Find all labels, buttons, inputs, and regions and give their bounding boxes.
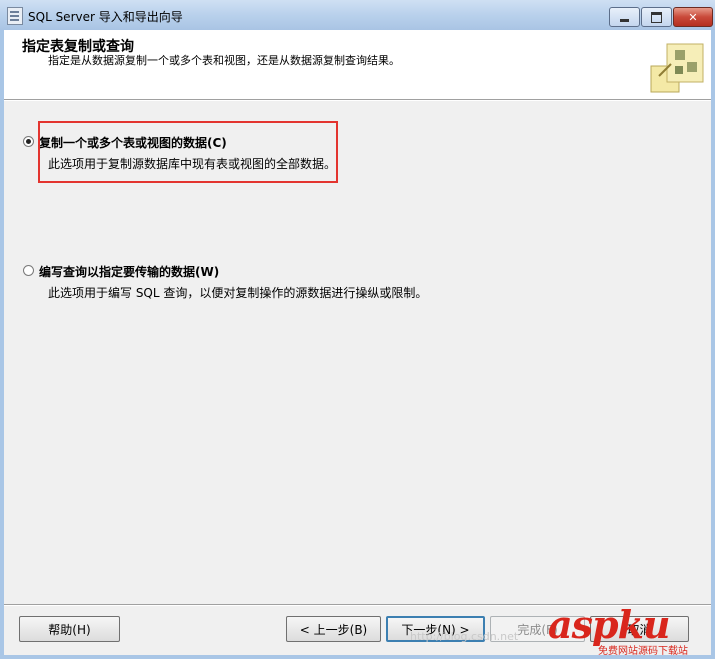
header-divider	[4, 100, 711, 101]
wizard-client-area: 指定表复制或查询 指定是从数据源复制一个或多个表和视图，还是从数据源复制查询结果…	[4, 30, 711, 655]
highlight-annotation	[38, 121, 338, 183]
wizard-header: 指定表复制或查询 指定是从数据源复制一个或多个表和视图，还是从数据源复制查询结果…	[4, 30, 711, 100]
page-description: 指定是从数据源复制一个或多个表和视图，还是从数据源复制查询结果。	[48, 54, 400, 67]
window-title: SQL Server 导入和导出向导	[28, 10, 183, 24]
radio-write-query[interactable]	[23, 265, 34, 276]
help-button[interactable]: 帮助(H)	[19, 616, 120, 642]
close-button[interactable]: ✕	[673, 7, 713, 27]
wizard-graphic-icon	[650, 43, 704, 93]
option-write-query-description: 此选项用于编写 SQL 查询，以便对复制操作的源数据进行操纵或限制。	[48, 286, 428, 300]
close-icon: ✕	[688, 10, 698, 24]
maximize-button[interactable]	[641, 7, 672, 27]
app-icon	[7, 7, 23, 25]
back-button[interactable]: < 上一步(B)	[286, 616, 381, 642]
title-bar[interactable]: SQL Server 导入和导出向导 ✕	[0, 0, 715, 30]
footer-divider	[4, 604, 711, 605]
cancel-button[interactable]: 取消	[590, 616, 689, 642]
wizard-window: SQL Server 导入和导出向导 ✕ 指定表复制或查询 指定是从数据源复制一…	[0, 0, 715, 659]
watermark-url: http://blog.csdn.net	[410, 630, 519, 643]
maximize-icon	[651, 11, 662, 23]
option-write-query-label[interactable]: 编写查询以指定要传输的数据(W)	[39, 263, 219, 280]
minimize-button[interactable]	[609, 7, 640, 27]
minimize-icon	[620, 18, 629, 22]
radio-copy-tables[interactable]	[23, 136, 34, 147]
